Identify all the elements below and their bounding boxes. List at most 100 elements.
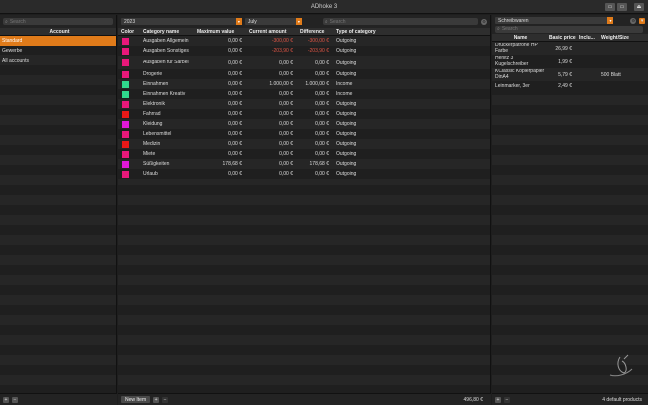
column-inclusive[interactable]: Inclu...: [576, 35, 598, 41]
accounts-bottom-bar: + −: [0, 393, 117, 405]
remove-category-button[interactable]: −: [162, 396, 169, 403]
category-name: Ausgaben Sonstiges: [143, 48, 189, 54]
difference: 0,00 €: [315, 59, 329, 66]
color-cell: [118, 47, 140, 55]
table-row[interactable]: Miete 0,00 € 0,00 € 0,00 € Outgoing: [118, 149, 490, 159]
column-maximum-value[interactable]: Maximum value: [194, 29, 246, 35]
year-value: 2023: [124, 18, 136, 25]
column-color[interactable]: Color: [118, 29, 140, 35]
account-item-all[interactable]: All accounts: [0, 56, 116, 66]
color-cell: [118, 170, 140, 178]
maximum-value: 0,00 €: [228, 121, 242, 127]
current-amount: -203,90 €: [271, 48, 293, 54]
column-category-name[interactable]: Category name: [140, 29, 194, 35]
difference: 1.000,00 €: [305, 81, 329, 87]
accounts-search-input[interactable]: [9, 18, 111, 25]
current-amount: 0,00 €: [279, 161, 293, 167]
table-row[interactable]: Ausgaben für Sarbel 0,00 € 0,00 € 0,00 € Out…: [118, 56, 490, 69]
column-type[interactable]: Type of category: [333, 29, 393, 35]
table-row[interactable]: Urlaub 0,00 € 0,00 € 0,00 € Outgoing: [118, 169, 490, 179]
add-category-button[interactable]: +: [153, 396, 160, 403]
color-swatch[interactable]: [122, 160, 129, 168]
basic-price: 2,49 €: [558, 83, 572, 89]
table-row[interactable]: Medizin 0,00 € 0,00 € 0,00 € Outgoing: [118, 139, 490, 149]
category-name: Ausgaben für Sarbel: [143, 59, 189, 65]
remove-account-button[interactable]: −: [12, 396, 18, 403]
table-row[interactable]: Leinmarker, 3er 2,49 €: [492, 81, 648, 91]
table-row[interactable]: Elektronik 0,00 € 0,00 € 0,00 € Outgoing: [118, 99, 490, 109]
account-item-gewerbe[interactable]: Gewerbe: [0, 46, 116, 56]
color-swatch[interactable]: [122, 110, 129, 118]
account-column-header[interactable]: Account: [47, 29, 70, 35]
difference: 0,00 €: [315, 131, 329, 137]
color-swatch[interactable]: [122, 170, 129, 178]
table-row[interactable]: Süßigkeiten 178,68 € 0,00 € 178,68 € Outgoin…: [118, 159, 490, 169]
difference: 0,00 €: [315, 91, 329, 97]
color-swatch[interactable]: [122, 130, 129, 138]
year-select[interactable]: 2023 ▾: [121, 18, 242, 25]
color-swatch[interactable]: [122, 47, 129, 55]
color-cell: [118, 59, 140, 66]
table-row[interactable]: Ausgaben Sonstiges 0,00 € -203,90 € -203,90…: [118, 46, 490, 56]
new-item-button[interactable]: New Item: [121, 396, 151, 403]
color-swatch[interactable]: [122, 70, 129, 78]
categories-search-input[interactable]: [329, 18, 477, 25]
gear-icon[interactable]: ⚙: [630, 17, 637, 24]
categories-search[interactable]: ⌕: [322, 18, 479, 25]
table-row[interactable]: Fahrrad 0,00 € 0,00 € 0,00 € Outgoing: [118, 109, 490, 119]
column-current-amount[interactable]: Current amount: [246, 29, 297, 35]
app-logo-icon: [609, 354, 633, 377]
products-search-input[interactable]: [501, 26, 641, 32]
categories-toolbar: 2023 ▾ July ▾ ⌕ ⚙: [118, 15, 490, 28]
column-weight-size[interactable]: Weight/Size: [598, 35, 638, 41]
table-row[interactable]: Einnahmen 0,00 € 1.000,00 € 1.000,00 € Incom…: [118, 79, 490, 89]
maximum-value: 0,00 €: [228, 71, 242, 77]
difference: 0,00 €: [315, 111, 329, 117]
table-row[interactable]: Druckerpatrone HP Farbe 26,99 €: [492, 42, 648, 55]
color-swatch[interactable]: [122, 90, 129, 98]
table-row[interactable]: Einnahmen Kreativ 0,00 € 0,00 € 0,00 € Incom…: [118, 89, 490, 99]
accounts-header[interactable]: Account: [0, 28, 116, 36]
table-row[interactable]: Herlitz 3 Kugelschreiber 1,99 €: [492, 55, 648, 68]
account-item-standard[interactable]: Standard: [0, 36, 116, 46]
sidebar-toggle-icon[interactable]: ▭: [605, 3, 615, 11]
color-swatch[interactable]: [122, 120, 129, 128]
category-type: Income: [336, 81, 353, 87]
add-account-button[interactable]: +: [3, 396, 9, 403]
current-amount: 0,00 €: [279, 91, 293, 97]
remove-product-button[interactable]: −: [504, 396, 510, 403]
category-type: Outgoing: [336, 171, 357, 177]
options-icon[interactable]: ▾: [639, 17, 645, 24]
table-row[interactable]: KClassic Kopierpapier DinA4 5,79 € 500 Bla…: [492, 68, 648, 81]
add-product-button[interactable]: +: [495, 396, 501, 403]
category-name: Miete: [143, 151, 156, 157]
column-name[interactable]: Name: [492, 35, 546, 41]
color-swatch[interactable]: [122, 37, 129, 45]
column-basic-price[interactable]: Basic price: [546, 35, 576, 41]
month-select[interactable]: July ▾: [244, 18, 302, 25]
table-row[interactable]: Ausgaben Allgemein 0,00 € -300,00 € -300,00…: [118, 36, 490, 46]
panel-toggle-icon[interactable]: ▭: [617, 3, 627, 11]
product-category-select[interactable]: Schreibwaren ▾: [495, 17, 614, 24]
color-swatch[interactable]: [122, 80, 129, 88]
category-type: Outgoing: [336, 131, 357, 137]
maximum-value: 178,68 €: [222, 161, 242, 167]
table-row[interactable]: Drogerie 0,00 € 0,00 € 0,00 € Outgoing: [118, 69, 490, 79]
color-swatch[interactable]: [122, 100, 129, 108]
products-search[interactable]: ⌕: [495, 25, 643, 33]
accounts-search[interactable]: ⌕: [3, 18, 113, 25]
color-cell: [118, 140, 140, 148]
gear-icon[interactable]: ⚙: [481, 18, 487, 25]
color-swatch[interactable]: [122, 150, 129, 158]
color-cell: [118, 160, 140, 168]
color-swatch[interactable]: [122, 140, 129, 148]
color-swatch[interactable]: [122, 59, 129, 66]
table-row[interactable]: Kleidung 0,00 € 0,00 € 0,00 € Outgoing: [118, 119, 490, 129]
column-difference[interactable]: Difference: [297, 29, 333, 35]
color-cell: [118, 90, 140, 98]
category-name: Medizin: [143, 141, 161, 147]
category-type: Outgoing: [336, 48, 357, 54]
category-type: Outgoing: [336, 151, 357, 157]
table-row[interactable]: Lebensmittel 0,00 € 0,00 € 0,00 € Outgoing: [118, 129, 490, 139]
share-icon[interactable]: ⏏: [634, 3, 644, 11]
